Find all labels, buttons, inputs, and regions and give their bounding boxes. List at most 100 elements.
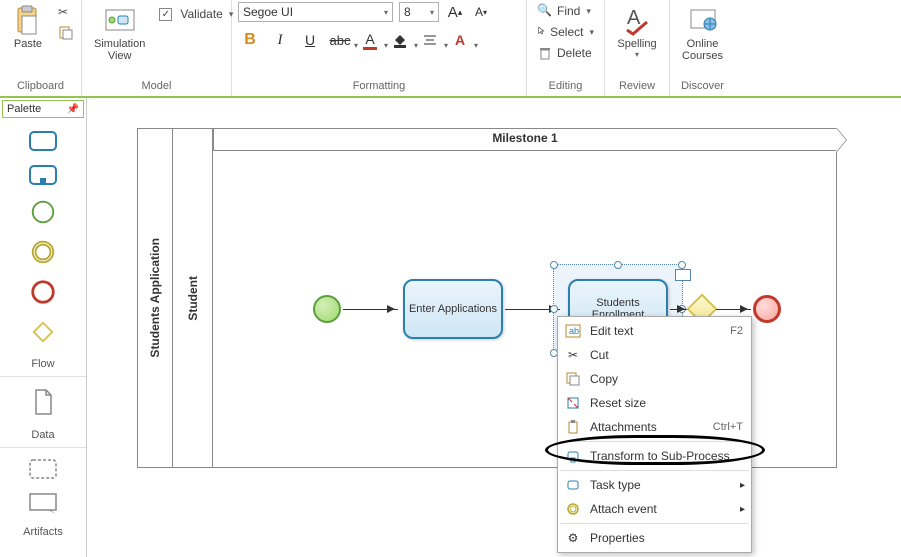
online-courses-button[interactable]: Online Courses (676, 2, 729, 64)
ctx-cut[interactable]: ✂ Cut (558, 343, 751, 367)
ribbon-group-model: Simulation View ✓ Validate Model (82, 0, 232, 96)
ctx-cut-label: Cut (590, 348, 609, 362)
ribbon-group-formatting: Segoe UI▾ 8▾ A▴ A▾ B I U abc A A Formatt… (232, 0, 527, 96)
ctx-edit-text-shortcut: F2 (730, 325, 743, 337)
palette-start-event-icon[interactable] (28, 198, 58, 226)
ctx-task-type[interactable]: Task type (558, 473, 751, 497)
increase-font-button[interactable]: A▴ (445, 2, 465, 22)
font-size-value: 8 (404, 5, 411, 19)
ctx-edit-text-label: Edit text (590, 324, 633, 338)
ctx-reset-size-label: Reset size (590, 396, 646, 410)
font-family-value: Segoe UI (243, 5, 293, 19)
ctx-properties[interactable]: ⚙ Properties (558, 526, 751, 550)
text-format-button[interactable]: A (450, 30, 470, 50)
milestone-header[interactable]: Milestone 1 (213, 129, 836, 151)
strikethrough-button[interactable]: abc (330, 30, 350, 50)
clipboard-icon (12, 4, 44, 36)
palette-gateway-icon[interactable] (28, 318, 58, 346)
copy-button[interactable] (54, 24, 78, 42)
ctx-transform-label: Transform to Sub-Process (590, 449, 730, 463)
ctx-attach-event[interactable]: Attach event (558, 497, 751, 521)
search-icon: 🔍 (537, 3, 553, 19)
simulation-icon (104, 4, 136, 36)
spelling-label: Spelling (617, 38, 656, 50)
palette-section-flow: Flow (0, 120, 86, 377)
ctx-attachments-shortcut: Ctrl+T (713, 421, 743, 433)
palette-intermediate-event-icon[interactable] (28, 238, 58, 266)
task-type-icon (564, 477, 582, 493)
validate-label: Validate (180, 7, 222, 21)
palette-artifacts-label: Artifacts (23, 526, 63, 542)
flow-arrow-3[interactable] (670, 309, 688, 310)
cut-icon: ✂ (564, 347, 582, 363)
lane-label[interactable]: Student (173, 129, 213, 467)
ctx-transform-subprocess[interactable]: Transform to Sub-Process (558, 444, 751, 468)
group-label-discover: Discover (676, 78, 729, 96)
spelling-button[interactable]: A Spelling ▾ (611, 2, 663, 61)
paste-button[interactable]: Paste (6, 2, 50, 52)
copy-icon-ctx (564, 371, 582, 387)
find-button[interactable]: 🔍Find (533, 2, 598, 20)
decrease-font-button[interactable]: A▾ (471, 2, 491, 22)
palette-group-icon[interactable] (28, 458, 58, 480)
attach-event-icon (564, 501, 582, 517)
ribbon-group-discover: Online Courses Discover (670, 0, 735, 96)
cursor-icon (537, 24, 546, 40)
ctx-attachments[interactable]: Attachments Ctrl+T (558, 415, 751, 439)
palette-subprocess-icon[interactable] (28, 164, 58, 186)
flow-arrow-4[interactable] (716, 309, 751, 310)
palette-section-data: Data (0, 377, 86, 448)
lane-label-text: Student (186, 276, 200, 321)
group-label-editing: Editing (533, 78, 598, 96)
reset-size-icon (564, 395, 582, 411)
ctx-reset-size[interactable]: Reset size (558, 391, 751, 415)
group-label-clipboard: Clipboard (6, 78, 75, 96)
ctx-separator-3 (560, 523, 749, 524)
diagram-canvas[interactable]: Students Application Student Milestone 1… (87, 98, 901, 557)
ribbon-group-editing: 🔍Find Select Delete Editing (527, 0, 605, 96)
group-label-review: Review (611, 78, 663, 96)
select-button[interactable]: Select (533, 23, 598, 41)
validate-button[interactable]: ✓ Validate (155, 6, 237, 22)
font-color-button[interactable]: A (360, 30, 380, 50)
palette-end-event-icon[interactable] (28, 278, 58, 306)
palette-title-text: Palette (7, 103, 41, 115)
simulation-view-button[interactable]: Simulation View (88, 2, 151, 64)
ctx-copy[interactable]: Copy (558, 367, 751, 391)
cut-button[interactable]: ✂ (54, 4, 78, 22)
task-enter-applications[interactable]: Enter Applications (403, 279, 503, 339)
palette-panel: Palette 📌 Flow Data Artifacts (0, 98, 87, 557)
palette-task-icon[interactable] (28, 130, 58, 152)
align-button[interactable] (420, 30, 440, 50)
palette-data-object-icon[interactable] (28, 387, 58, 417)
svg-text:ab: ab (569, 326, 579, 336)
delete-button[interactable]: Delete (533, 44, 598, 62)
svg-text:A: A (627, 7, 641, 29)
palette-title[interactable]: Palette 📌 (2, 100, 84, 118)
flow-arrow-1[interactable] (343, 309, 398, 310)
start-event[interactable] (313, 295, 341, 323)
pool-label-text: Students Application (148, 238, 162, 358)
ribbon-group-clipboard: Paste ✂ Clipboard (0, 0, 82, 96)
validate-checkbox-icon: ✓ (159, 8, 172, 21)
font-size-combo[interactable]: 8▾ (399, 2, 439, 22)
font-family-combo[interactable]: Segoe UI▾ (238, 2, 393, 22)
italic-button[interactable]: I (270, 30, 290, 50)
fill-color-button[interactable] (390, 30, 410, 50)
palette-flow-label: Flow (31, 358, 54, 374)
ctx-properties-label: Properties (590, 531, 645, 545)
online-courses-label: Online Courses (682, 38, 723, 62)
pool-label[interactable]: Students Application (138, 129, 173, 467)
group-label-formatting: Formatting (238, 78, 520, 96)
ctx-edit-text[interactable]: ab Edit text F2 (558, 319, 751, 343)
ctx-attachments-label: Attachments (590, 420, 657, 434)
attach-handle[interactable] (675, 269, 691, 281)
end-event[interactable] (753, 295, 781, 323)
bold-button[interactable]: B (240, 30, 260, 50)
context-menu: ab Edit text F2 ✂ Cut Copy Reset size At… (557, 316, 752, 553)
pin-icon[interactable]: 📌 (67, 104, 79, 115)
gear-icon: ⚙ (564, 530, 582, 546)
milestone-text: Milestone 1 (492, 131, 557, 145)
underline-button[interactable]: U (300, 30, 320, 50)
palette-annotation-icon[interactable] (28, 492, 58, 514)
